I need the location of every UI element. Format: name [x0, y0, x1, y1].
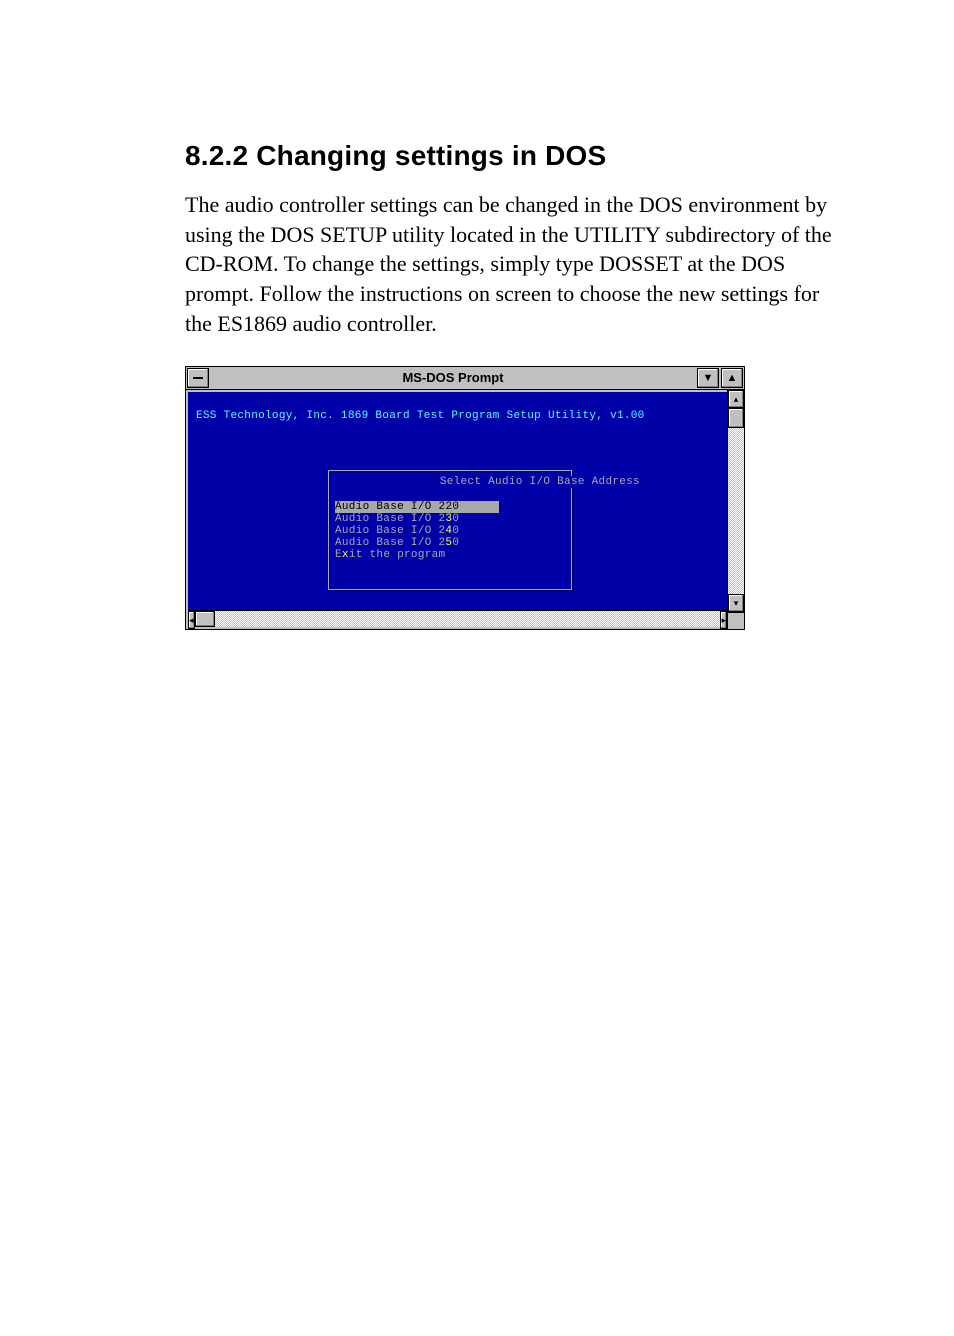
horizontal-scrollbar[interactable]: ◂ ▸	[188, 610, 727, 627]
menu-item[interactable]: Exit the program	[335, 549, 565, 561]
dos-screen: ESS Technology, Inc. 1869 Board Test Pro…	[188, 392, 727, 610]
hscroll-thumb[interactable]	[195, 611, 215, 627]
section-heading: 8.2.2 Changing settings in DOS	[185, 140, 849, 172]
menu-item[interactable]: Audio Base I/O 240	[335, 525, 565, 537]
vscroll-track[interactable]	[728, 408, 744, 594]
window-title: MS-DOS Prompt	[210, 367, 696, 389]
menu-item[interactable]: Audio Base I/O 250	[335, 537, 565, 549]
menu-title: Select Audio I/O Base Address	[438, 476, 642, 488]
titlebar: MS-DOS Prompt ▼ ▲	[186, 367, 744, 390]
scroll-up-button[interactable]: ▴	[728, 390, 744, 408]
menu-item[interactable]: Audio Base I/O 220	[335, 501, 499, 513]
menu-box: Select Audio I/O Base Address Audio Base…	[328, 470, 572, 590]
scrollbar-corner	[727, 612, 744, 629]
vertical-scrollbar[interactable]: ▴ ▾	[727, 390, 744, 612]
hscroll-track[interactable]	[195, 611, 721, 627]
dos-header-line: ESS Technology, Inc. 1869 Board Test Pro…	[196, 410, 645, 422]
menu-item[interactable]: Audio Base I/O 230	[335, 513, 565, 525]
maximize-button[interactable]: ▲	[721, 368, 743, 388]
msdos-window: MS-DOS Prompt ▼ ▲ ESS Technology, Inc. 1…	[185, 366, 745, 630]
minimize-button[interactable]: ▼	[697, 368, 719, 388]
scroll-down-button[interactable]: ▾	[728, 594, 744, 612]
menu-items: Audio Base I/O 220Audio Base I/O 230Audi…	[335, 501, 565, 561]
body-paragraph: The audio controller settings can be cha…	[185, 190, 849, 338]
system-menu-button[interactable]	[187, 368, 209, 388]
vscroll-thumb[interactable]	[728, 408, 744, 428]
